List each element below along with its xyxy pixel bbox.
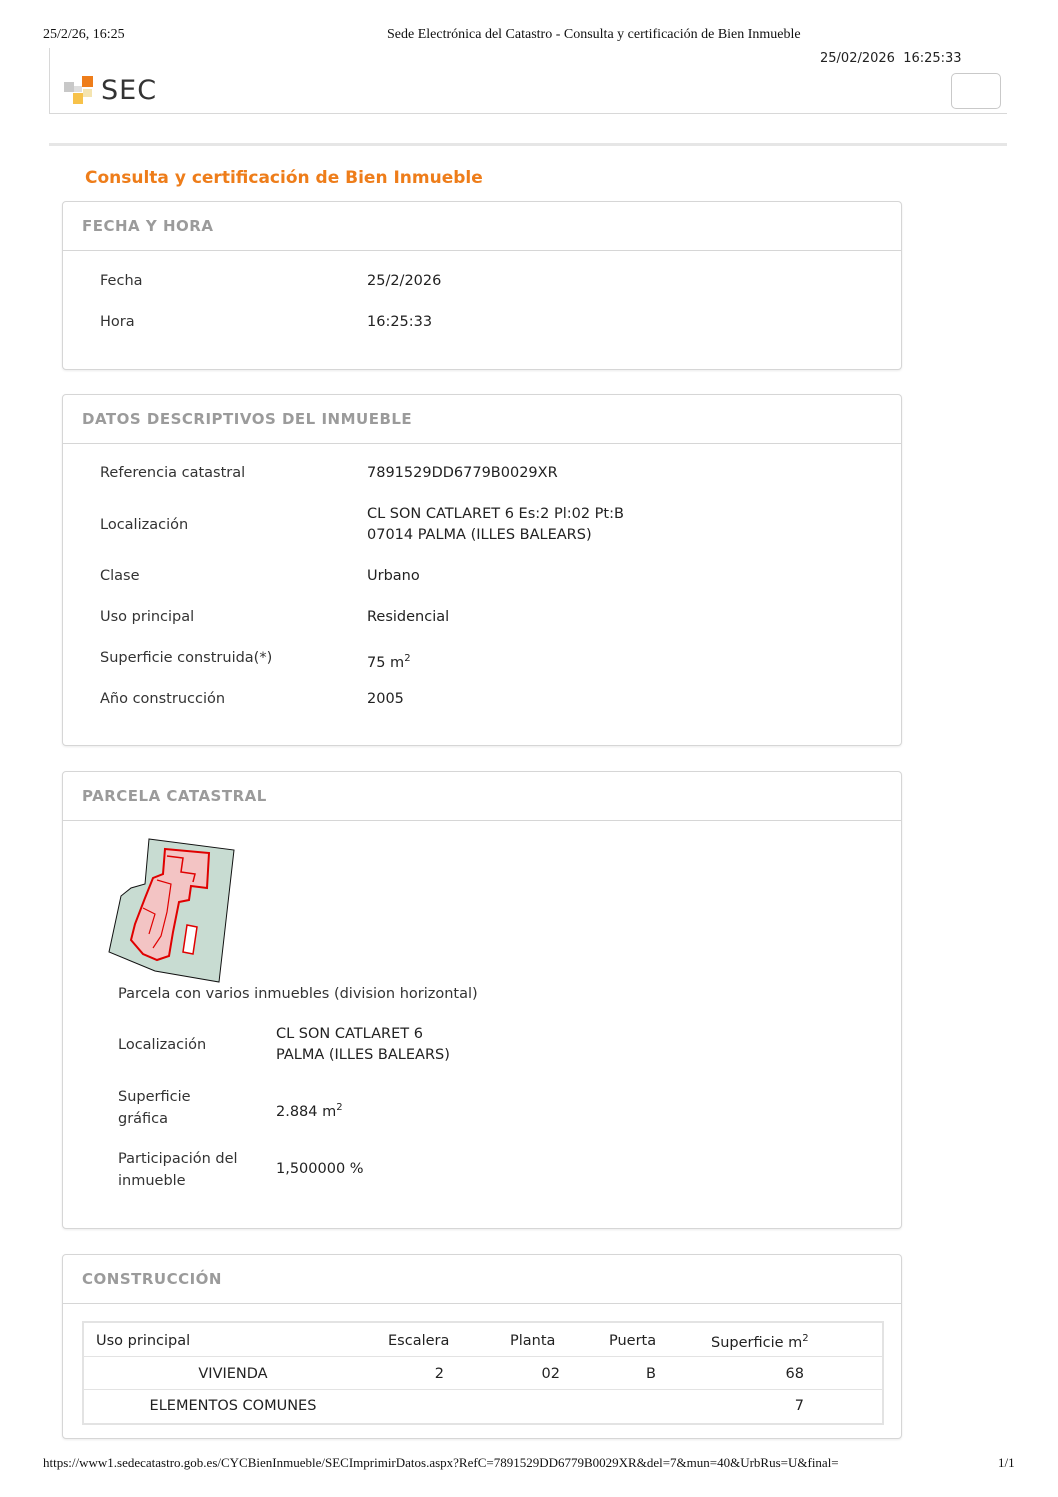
print-page-number: 1/1 [998, 1455, 1015, 1470]
print-url: https://www1.sedecatastro.gob.es/CYCBien… [43, 1455, 839, 1470]
col-escalera-header: Escalera [388, 1333, 450, 1349]
parcela-localizacion-line1: CL SON CATLARET 6 [276, 1026, 423, 1042]
print-title: Sede Electrónica del Catastro - Consulta… [387, 27, 801, 42]
clase-value: Urbano [367, 568, 420, 584]
header-divider [49, 113, 1007, 114]
uso-label: Uso principal [100, 609, 195, 625]
localizacion-line1: CL SON CATLARET 6 Es:2 Pl:02 Pt:B [367, 506, 624, 522]
superficie-label: Superficie construida(*) [100, 650, 273, 666]
logo-text: SEC [101, 75, 158, 106]
referencia-value: 7891529DD6779B0029XR [367, 465, 558, 481]
row2-superficie: 7 [794, 1398, 804, 1414]
row1-uso: VIVIENDA [198, 1366, 268, 1382]
parcela-title: PARCELA CATASTRAL [82, 787, 267, 805]
table-divider [84, 1356, 882, 1357]
construccion-panel: CONSTRUCCIÓN Uso principal Escalera Plan… [62, 1254, 902, 1439]
header-shadow-divider [49, 143, 1007, 146]
datos-panel-header: DATOS DESCRIPTIVOS DEL INMUEBLE [63, 395, 901, 444]
row1-escalera: 2 [434, 1366, 444, 1382]
sec-logo-icon [64, 76, 93, 104]
header-divider-vertical [49, 48, 50, 114]
superficie-value: 75 m2 [367, 653, 411, 671]
hora-label: Hora [100, 314, 135, 330]
construccion-panel-header: CONSTRUCCIÓN [63, 1255, 901, 1304]
parcela-localizacion-line2: PALMA (ILLES BALEARS) [276, 1047, 450, 1063]
parcela-panel: PARCELA CATASTRAL Parcela con varios inm… [62, 771, 902, 1229]
fecha-label: Fecha [100, 273, 143, 289]
menu-button[interactable] [951, 73, 1001, 109]
localizacion-label: Localización [100, 517, 189, 533]
row1-puerta: B [646, 1366, 656, 1382]
page-title: Consulta y certificación de Bien Inmuebl… [85, 168, 483, 188]
fecha-hora-title: FECHA Y HORA [82, 217, 214, 235]
participacion-value: 1,500000 % [276, 1161, 364, 1177]
col-planta-header: Planta [510, 1333, 556, 1349]
row2-uso: ELEMENTOS COMUNES [149, 1398, 317, 1414]
parcela-localizacion-label: Localización [118, 1037, 207, 1053]
parcela-caption: Parcela con varios inmuebles (division h… [118, 986, 478, 1002]
timestamp: 25/02/2026 16:25:33 [820, 51, 962, 66]
hora-value: 16:25:33 [367, 314, 433, 330]
anio-label: Año construcción [100, 691, 226, 707]
referencia-label: Referencia catastral [100, 465, 246, 481]
fecha-value: 25/2/2026 [367, 273, 442, 289]
row1-planta: 02 [541, 1366, 560, 1382]
clase-label: Clase [100, 568, 140, 584]
datos-descriptivos-panel: DATOS DESCRIPTIVOS DEL INMUEBLE Referenc… [62, 394, 902, 746]
parcel-map-image [108, 838, 235, 983]
datos-title: DATOS DESCRIPTIVOS DEL INMUEBLE [82, 410, 413, 428]
parcela-panel-header: PARCELA CATASTRAL [63, 772, 901, 821]
row1-superficie: 68 [785, 1366, 804, 1382]
col-uso-header: Uso principal [96, 1333, 191, 1349]
construccion-title: CONSTRUCCIÓN [82, 1270, 222, 1288]
parcela-superficie-value: 2.884 m2 [276, 1102, 343, 1120]
col-superficie-header: Superficie m2 [711, 1333, 809, 1351]
print-datetime: 25/2/26, 16:25 [43, 27, 125, 42]
participacion-label-2: inmueble [118, 1173, 186, 1189]
participacion-label-1: Participación del [118, 1151, 238, 1167]
construccion-table: Uso principal Escalera Planta Puerta Sup… [82, 1321, 884, 1425]
fecha-hora-panel: FECHA Y HORA Fecha 25/2/2026 Hora 16:25:… [62, 201, 902, 370]
parcela-superficie-label-2: gráfica [118, 1111, 169, 1127]
fecha-hora-panel-header: FECHA Y HORA [63, 202, 901, 251]
col-puerta-header: Puerta [609, 1333, 657, 1349]
parcela-superficie-label-1: Superficie [118, 1089, 191, 1105]
localizacion-line2: 07014 PALMA (ILLES BALEARS) [367, 527, 592, 543]
uso-value: Residencial [367, 609, 450, 625]
anio-value: 2005 [367, 691, 404, 707]
table-divider [84, 1389, 882, 1390]
